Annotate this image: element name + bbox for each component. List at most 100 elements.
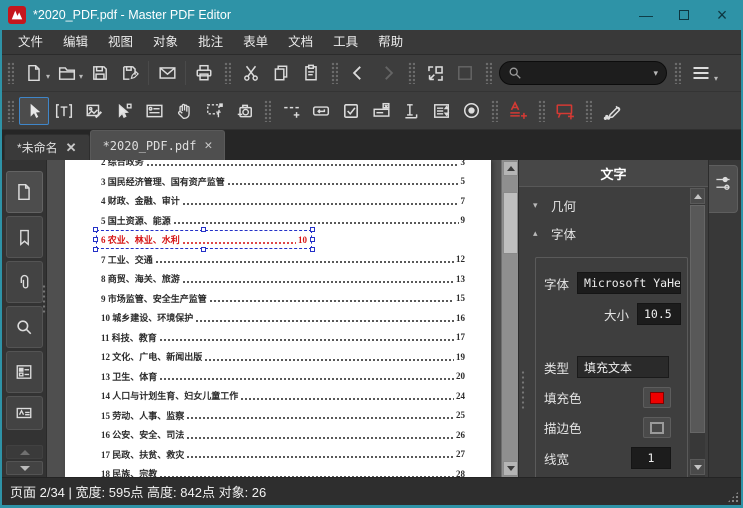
tab-untitled[interactable]: *未命名 ✕ (4, 134, 90, 160)
toolbar-grip[interactable] (408, 62, 416, 84)
tab-2020-pdf[interactable]: *2020_PDF.pdf ✕ (89, 130, 226, 160)
menu-help[interactable]: 帮助 (368, 30, 413, 54)
fill-color-button[interactable] (643, 387, 671, 408)
panel-scroll-up-button[interactable] (690, 188, 705, 204)
button-tool-button[interactable] (306, 97, 336, 125)
toc-row[interactable]: 3 国民经济管理、国有资产监管 5 (65, 172, 491, 192)
menu-file[interactable]: 文件 (8, 30, 53, 54)
panel-splitter[interactable] (521, 370, 526, 410)
pdf-page[interactable]: 2 综合政务 3 3 国民经济管理、国有资产监管 5 4 财政、金融、审计 7 5 国土资源… (65, 160, 491, 477)
search-dropdown-icon[interactable]: ▾ (654, 68, 659, 79)
type-select[interactable]: 填充文本 (577, 356, 670, 378)
main-menu-button[interactable] (686, 59, 716, 87)
stroke-color-button[interactable] (643, 417, 671, 438)
scroll-down-button[interactable] (503, 461, 518, 476)
close-button[interactable]: × (703, 0, 741, 30)
panel-scrollbar-thumb[interactable] (690, 205, 705, 433)
radio-button-tool-button[interactable] (456, 97, 486, 125)
selection-handle[interactable] (201, 247, 206, 253)
select-area-tool-button[interactable] (199, 97, 229, 125)
selection-handle[interactable] (93, 247, 98, 253)
toolbar-grip[interactable] (585, 99, 592, 122)
scroll-up-button[interactable] (503, 161, 518, 176)
toolbar-grip[interactable] (485, 62, 493, 84)
menu-edit[interactable]: 编辑 (53, 30, 98, 54)
toc-row[interactable]: 4 财政、金融、审计 7 (65, 191, 491, 211)
font-size-input[interactable]: 10.5 (637, 303, 681, 325)
edit-form-tool-button[interactable] (139, 97, 169, 125)
selection-handle[interactable] (93, 236, 98, 242)
panel-scroll-down-button[interactable] (690, 459, 705, 475)
select-tool-button[interactable] (19, 96, 49, 125)
toc-row[interactable]: 6 农业、林业、水利 10 (65, 227, 491, 253)
toc-row[interactable]: 10 城乡建设、环境保护 16 (65, 308, 491, 328)
email-button[interactable] (152, 59, 182, 87)
toc-row[interactable]: 9 市场监管、安全生产监管 15 (65, 289, 491, 309)
selection-handle[interactable] (201, 227, 206, 233)
selection-handle[interactable] (93, 227, 98, 233)
toc-row[interactable]: 5 国土资源、能源 9 (65, 211, 491, 231)
scrollbar-thumb[interactable] (503, 192, 518, 254)
listbox-tool-button[interactable] (426, 97, 456, 125)
checkbox-tool-button[interactable] (336, 97, 366, 125)
maximize-button[interactable] (665, 0, 703, 30)
toc-row[interactable]: 7 工业、交通 12 (65, 250, 491, 270)
text-field-tool-button[interactable] (396, 97, 426, 125)
document-scrollbar[interactable] (501, 160, 518, 477)
toc-row[interactable]: 13 卫生、体育 20 (65, 367, 491, 387)
toolbar-grip[interactable] (264, 99, 271, 122)
menu-tools[interactable]: 工具 (323, 30, 368, 54)
form-fields-panel-button[interactable] (5, 351, 43, 393)
link-tool-button[interactable] (276, 97, 306, 125)
sidebar-scroll-up-button[interactable] (6, 445, 43, 459)
selection-handle[interactable] (310, 247, 315, 253)
fit-width-button[interactable] (450, 59, 480, 87)
tab-close-icon[interactable]: ✕ (66, 140, 77, 156)
edit-path-tool-button[interactable] (109, 97, 139, 125)
forward-button[interactable] (373, 59, 403, 87)
hand-tool-button[interactable] (169, 97, 199, 125)
toc-row[interactable]: 12 文化、广电、新闻出版 19 (65, 347, 491, 367)
toolbar-grip[interactable] (224, 62, 232, 84)
menu-forms[interactable]: 表单 (233, 30, 278, 54)
selection-handle[interactable] (310, 236, 315, 242)
cut-button[interactable] (236, 59, 266, 87)
toc-row[interactable]: 17 民政、扶贫、救灾 27 (65, 445, 491, 465)
open-dropdown-icon[interactable]: ▾ (79, 72, 83, 81)
toc-row[interactable]: 16 公安、安全、司法 26 (65, 425, 491, 445)
search-panel-button[interactable] (5, 306, 43, 348)
resize-grip[interactable] (727, 491, 739, 503)
toolbar-grip[interactable] (331, 62, 339, 84)
highlighter-tool-button[interactable] (597, 97, 627, 125)
minimize-button[interactable]: — (627, 0, 665, 30)
edit-image-tool-button[interactable] (79, 97, 109, 125)
document-view[interactable]: 2 综合政务 3 3 国民经济管理、国有资产监管 5 4 财政、金融、审计 7 5 国土资源… (47, 160, 518, 477)
bookmarks-panel-button[interactable] (5, 216, 43, 258)
combobox-tool-button[interactable] (366, 97, 396, 125)
search-input[interactable] (522, 66, 654, 80)
text-annotation-tool-button[interactable] (503, 97, 533, 125)
paste-button[interactable] (296, 59, 326, 87)
properties-toggle-tab[interactable] (709, 165, 738, 213)
menu-document[interactable]: 文档 (278, 30, 323, 54)
back-button[interactable] (343, 59, 373, 87)
toolbar-grip[interactable] (7, 62, 14, 84)
callout-tool-button[interactable] (550, 97, 580, 125)
toc-row[interactable]: 2 综合政务 3 (65, 160, 491, 172)
toc-row[interactable]: 8 商贸、海关、旅游 13 (65, 269, 491, 289)
search-box[interactable]: ▾ (499, 61, 668, 85)
toc-row[interactable]: 14 人口与计划生育、妇女儿童工作 24 (65, 386, 491, 406)
save-button[interactable] (85, 59, 115, 87)
toolbar-grip[interactable] (674, 62, 682, 84)
copy-button[interactable] (266, 59, 296, 87)
fit-selection-button[interactable] (420, 59, 450, 87)
signatures-panel-button[interactable] (5, 396, 43, 430)
toolbar-grip[interactable] (491, 99, 498, 122)
toc-row[interactable]: 18 民族、宗教 28 (65, 464, 491, 477)
edit-text-tool-button[interactable] (49, 97, 79, 125)
new-document-button[interactable] (19, 59, 49, 87)
sidebar-scroll-down-button[interactable] (6, 461, 43, 475)
toc-row[interactable]: 11 科技、教育 17 (65, 328, 491, 348)
selection-handle[interactable] (310, 227, 315, 233)
section-font[interactable]: ▴ 字体 (519, 215, 708, 243)
